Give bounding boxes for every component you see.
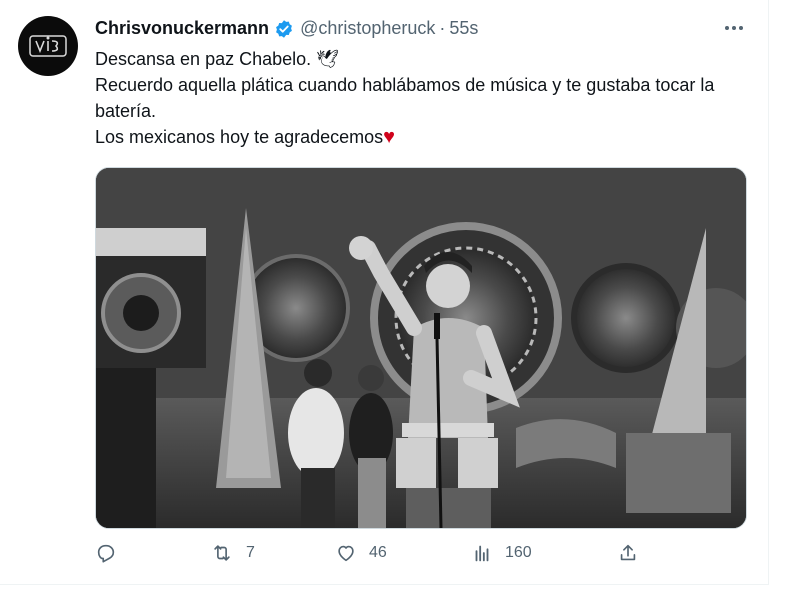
avatar[interactable] [18,16,78,76]
heart-emoji: ♥ [383,126,396,148]
tweet-line: Recuerdo aquella plática cuando hablábam… [95,75,715,121]
band-logo-icon [29,35,67,57]
author-name[interactable]: Chrisvonuckermann [95,18,269,39]
like-button[interactable]: 46 [335,542,387,564]
separator-dot: · [439,18,446,38]
reply-icon [97,544,115,563]
like-count: 46 [369,544,387,561]
retweet-count: 7 [246,544,255,561]
verified-badge-icon[interactable] [274,19,294,39]
photo-image [96,168,746,528]
views-chart-icon [475,545,489,562]
tweet-header: Chrisvonuckermann @christopheruck · 55s [95,18,478,39]
author-handle[interactable]: @christopheruck [300,18,435,39]
timestamp[interactable]: 55s [449,18,478,39]
views-count: 160 [505,544,532,561]
retweet-button[interactable]: 7 [210,542,255,564]
share-button[interactable] [617,542,651,564]
tweet-card[interactable]: Chrisvonuckermann @christopheruck · 55s … [0,0,769,585]
share-icon [620,544,636,561]
tweet-actions: 7 46 160 [95,542,655,570]
reply-button[interactable] [95,542,129,564]
views-button[interactable]: 160 [471,542,532,564]
tweet-photo[interactable] [95,167,747,529]
tweet-line-last: Los mexicanos hoy te agradecemos♥ [95,124,735,150]
heart-icon [338,545,354,562]
tweet-text: Descansa en paz Chabelo. 🕊 Recuerdo aque… [95,46,735,150]
retweet-icon [214,545,230,561]
tweet-line: Descansa en paz Chabelo. 🕊 [95,49,339,69]
tweet-line-text: Los mexicanos hoy te agradecemos [95,127,384,147]
more-options-icon[interactable] [722,16,746,40]
